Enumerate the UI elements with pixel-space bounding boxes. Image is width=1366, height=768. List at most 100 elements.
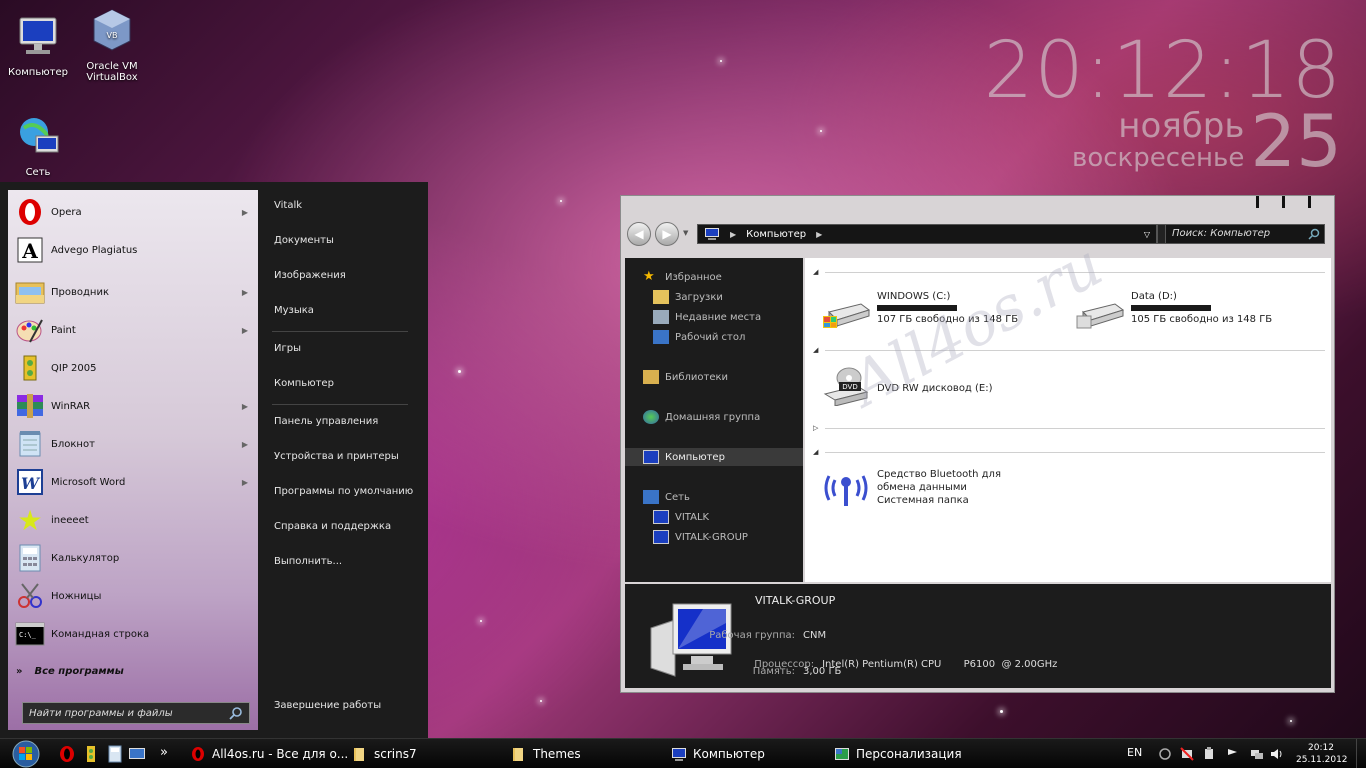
tray-date: 25.11.2012 xyxy=(1296,755,1348,765)
drive-c[interactable]: WINDOWS (C:) 107 ГБ свободно из 148 ГБ xyxy=(821,290,1018,330)
start-item-run[interactable]: Выполнить... xyxy=(274,556,342,567)
start-item-control-panel[interactable]: Панель управления xyxy=(274,416,378,427)
program-calculator[interactable]: Калькулятор xyxy=(8,540,258,576)
start-menu: Opera ▶ A Advego Plagiatus Проводник ▶ P… xyxy=(0,182,428,738)
opera-icon xyxy=(192,747,204,761)
group-collapse-icon[interactable]: ◢ xyxy=(813,448,818,456)
taskbar-item-themes[interactable]: Themes xyxy=(511,743,581,765)
tray-gadget-icon[interactable] xyxy=(1158,747,1172,761)
address-bar[interactable]: ▶ Компьютер ▶ ▽ xyxy=(697,224,1157,244)
start-item-help[interactable]: Справка и поддержка xyxy=(274,521,391,532)
desktop-icon-network[interactable]: Сеть xyxy=(0,112,76,178)
quicklaunch-desktop-icon[interactable] xyxy=(128,745,146,763)
program-winrar[interactable]: WinRAR ▶ xyxy=(8,388,258,424)
start-item-devices-printers[interactable]: Устройства и принтеры xyxy=(274,451,399,462)
computer-icon xyxy=(705,228,719,240)
nav-network[interactable]: Сеть xyxy=(643,490,690,504)
details-memory: Память: 3,00 ГБ xyxy=(752,666,842,677)
nav-computer[interactable]: Компьютер xyxy=(643,450,725,464)
tray-network-disabled-icon[interactable] xyxy=(1180,747,1194,761)
start-search-input[interactable]: Найти программы и файлы xyxy=(22,702,250,724)
network-icon xyxy=(20,118,59,153)
search-icon[interactable] xyxy=(229,706,243,720)
details-computer-name: VITALK-GROUP xyxy=(755,594,836,607)
program-ineeeet[interactable]: ★ ineeeet xyxy=(8,502,258,538)
nav-downloads[interactable]: Загрузки xyxy=(653,290,723,304)
group-expand-icon[interactable]: ▷ xyxy=(813,424,818,432)
drive-d[interactable]: Data (D:) 105 ГБ свободно из 148 ГБ xyxy=(1075,290,1272,330)
program-cmd[interactable]: C:\_ Командная строка xyxy=(8,616,258,652)
nav-homegroup[interactable]: Домашняя группа xyxy=(643,410,760,424)
start-item-games[interactable]: Игры xyxy=(274,343,301,354)
nav-libraries[interactable]: Библиотеки xyxy=(643,370,728,384)
language-indicator[interactable]: EN xyxy=(1127,746,1142,759)
maximize-button[interactable] xyxy=(1276,196,1290,208)
group-divider xyxy=(825,452,1325,453)
start-item-computer[interactable]: Компьютер xyxy=(274,378,334,389)
back-button[interactable]: ◀ xyxy=(627,222,651,246)
computer-icon xyxy=(653,510,669,524)
drive-d-usage-bar xyxy=(1131,305,1211,311)
drive-dvd[interactable]: DVD DVD RW дисковод (E:) xyxy=(821,366,993,406)
nav-desktop[interactable]: Рабочий стол xyxy=(653,330,745,344)
group-collapse-icon[interactable]: ◢ xyxy=(813,268,818,276)
qip-icon xyxy=(14,352,46,384)
close-button[interactable] xyxy=(1302,196,1316,208)
start-button[interactable] xyxy=(6,740,46,768)
program-opera[interactable]: Opera ▶ xyxy=(8,194,258,230)
taskbar-overflow-button[interactable]: » xyxy=(160,741,168,763)
program-qip[interactable]: QIP 2005 xyxy=(8,350,258,386)
clock-gadget: 20:12:18 ноябрь воскресенье 25 xyxy=(984,30,1342,177)
minimize-button[interactable] xyxy=(1250,196,1264,208)
desktop-icon-computer[interactable]: Компьютер xyxy=(0,12,76,78)
program-paint[interactable]: Paint ▶ xyxy=(8,312,258,348)
address-dropdown-icon[interactable]: ▽ xyxy=(1144,230,1150,239)
nav-favorites[interactable]: ★ Избранное xyxy=(643,270,722,284)
quicklaunch-opera-icon[interactable] xyxy=(58,745,76,763)
start-item-pictures[interactable]: Изображения xyxy=(274,270,346,281)
dvd-badge: DVD xyxy=(842,383,857,391)
start-item-documents[interactable]: Документы xyxy=(274,235,334,246)
drive-c-usage-bar xyxy=(877,305,957,311)
start-menu-divider xyxy=(272,331,408,332)
recent-pages-chevron-icon[interactable]: ▼ xyxy=(683,229,688,237)
bluetooth-folder[interactable]: Средство Bluetooth для обмена данными Си… xyxy=(821,468,1037,508)
taskbar-item-computer[interactable]: Компьютер xyxy=(671,743,765,765)
forward-button[interactable]: ▶ xyxy=(655,222,679,246)
taskbar-item-opera[interactable]: All4os.ru - Все для о... xyxy=(190,743,348,765)
nav-network-vitalk-group[interactable]: VITALK-GROUP xyxy=(653,530,748,544)
quicklaunch-qip-icon[interactable] xyxy=(82,745,100,763)
search-icon[interactable] xyxy=(1308,228,1320,240)
svg-text:C:\_: C:\_ xyxy=(19,631,37,639)
program-advego[interactable]: A Advego Plagiatus xyxy=(8,232,258,268)
group-collapse-icon[interactable]: ◢ xyxy=(813,346,818,354)
program-notepad[interactable]: Блокнот ▶ xyxy=(8,426,258,462)
program-word[interactable]: W Microsoft Word ▶ xyxy=(8,464,258,500)
show-desktop-button[interactable] xyxy=(1356,739,1366,768)
drive-d-free: 105 ГБ свободно из 148 ГБ xyxy=(1131,314,1273,325)
program-snipping[interactable]: Ножницы xyxy=(8,578,258,614)
quicklaunch-calculator-icon[interactable] xyxy=(106,745,124,763)
desktop-icon-virtualbox[interactable]: VB Oracle VM VirtualBox xyxy=(74,6,150,83)
taskbar-item-personalization[interactable]: Персонализация xyxy=(834,743,962,765)
all-programs-button[interactable]: » Все программы xyxy=(16,666,124,677)
tray-action-center-icon[interactable] xyxy=(1226,747,1240,761)
navigation-bar: ◀ ▶ ▼ ▶ Компьютер ▶ ▽ ⇆ Поиск: Компьютер xyxy=(627,222,1327,248)
explorer-search-input[interactable]: Поиск: Компьютер xyxy=(1165,224,1325,244)
nav-recent-places[interactable]: Недавние места xyxy=(653,310,761,324)
tray-clock[interactable]: 20:12 25.11.2012 xyxy=(1296,742,1348,766)
nav-network-vitalk[interactable]: VITALK xyxy=(653,510,709,524)
computer-icon xyxy=(19,17,57,54)
program-explorer[interactable]: Проводник ▶ xyxy=(8,274,258,310)
tray-network-icon[interactable] xyxy=(1250,747,1264,761)
tray-volume-icon[interactable] xyxy=(1270,747,1284,761)
taskbar-item-scrins7[interactable]: scrins7 xyxy=(352,743,417,765)
breadcrumb-computer[interactable]: Компьютер xyxy=(746,229,806,240)
start-item-user[interactable]: Vitalk xyxy=(274,200,302,211)
double-arrow-icon: » xyxy=(16,666,23,677)
start-item-default-programs[interactable]: Программы по умолчанию xyxy=(274,486,413,497)
tray-safely-remove-icon[interactable] xyxy=(1202,747,1216,761)
dvd-name: DVD RW дисковод (E:) xyxy=(877,383,993,394)
shutdown-button[interactable]: Завершение работы xyxy=(274,700,381,711)
start-item-music[interactable]: Музыка xyxy=(274,305,314,316)
